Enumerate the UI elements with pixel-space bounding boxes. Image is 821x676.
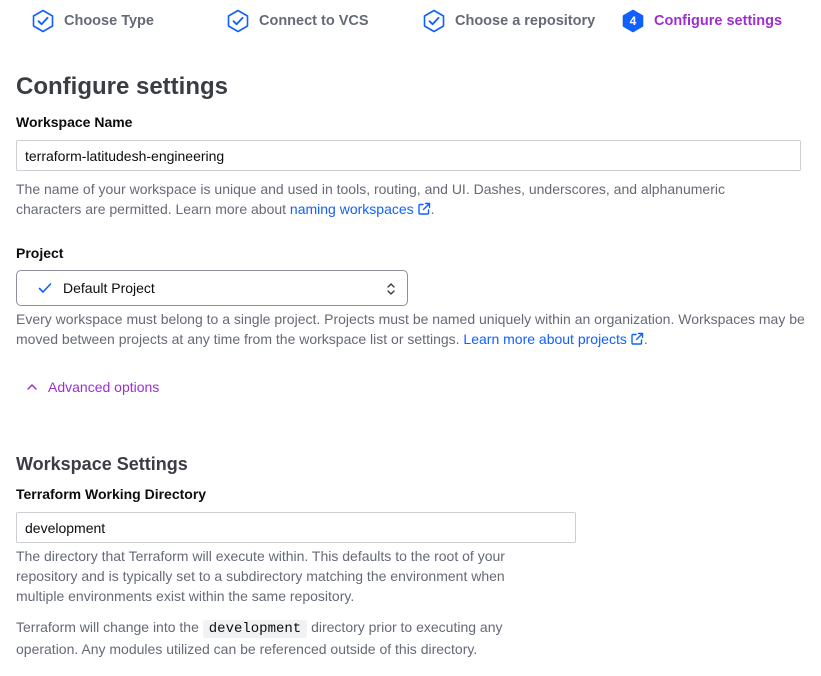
step-number-hexagon-icon: 4 <box>622 9 644 33</box>
stepper: Choose Type Connect to VCS Choose a repo… <box>0 0 821 42</box>
naming-workspaces-link-text: naming workspaces <box>289 201 414 217</box>
check-icon <box>38 283 52 293</box>
project-select-value: Default Project <box>63 280 155 296</box>
naming-workspaces-link[interactable]: naming workspaces <box>290 201 431 217</box>
check-hexagon-icon <box>423 9 445 33</box>
project-help-text: Every workspace must belong to a single … <box>16 311 805 347</box>
project-help: Every workspace must belong to a single … <box>16 309 806 349</box>
check-hexagon-icon <box>32 9 54 33</box>
project-label: Project <box>16 245 64 261</box>
working-directory-input[interactable] <box>16 512 576 543</box>
advanced-options-label: Advanced options <box>48 379 160 395</box>
step-choose-type[interactable]: Choose Type <box>32 8 154 34</box>
workspace-name-label: Workspace Name <box>16 114 133 130</box>
step-label: Choose a repository <box>455 13 596 29</box>
chevron-up-icon <box>27 384 37 390</box>
workspace-settings-title: Workspace Settings <box>16 454 188 474</box>
step-configure-settings: 4 Configure settings <box>622 8 782 34</box>
working-directory-code: development <box>202 620 308 638</box>
check-hexagon-icon <box>227 9 249 33</box>
workspace-name-input[interactable] <box>16 140 801 171</box>
select-arrows-icon <box>387 283 395 295</box>
working-directory-help: The directory that Terraform will execut… <box>16 548 505 604</box>
step-choose-repository[interactable]: Choose a repository <box>423 8 595 34</box>
workspace-name-help-end: . <box>430 201 435 217</box>
project-select[interactable]: Default Project <box>16 270 408 306</box>
change-note-before: Terraform will change into the <box>16 619 199 635</box>
advanced-options-toggle[interactable]: Advanced options <box>26 379 159 395</box>
step-label: Configure settings <box>654 13 783 29</box>
project-help-end: . <box>643 331 648 347</box>
working-directory-change-note: Terraform will change into the developme… <box>16 617 546 659</box>
step-number: 4 <box>629 14 637 28</box>
step-label: Connect to VCS <box>259 13 369 29</box>
external-link-icon <box>417 202 430 215</box>
step-connect-vcs[interactable]: Connect to VCS <box>227 8 369 34</box>
learn-more-projects-link[interactable]: Learn more about projects <box>463 331 644 347</box>
workspace-name-help: The name of your workspace is unique and… <box>16 179 776 219</box>
learn-more-projects-link-text: Learn more about projects <box>463 331 627 347</box>
working-directory-label: Terraform Working Directory <box>16 486 207 502</box>
external-link-icon <box>631 332 644 345</box>
step-label: Choose Type <box>64 13 154 29</box>
page-title: Configure settings <box>16 73 229 100</box>
